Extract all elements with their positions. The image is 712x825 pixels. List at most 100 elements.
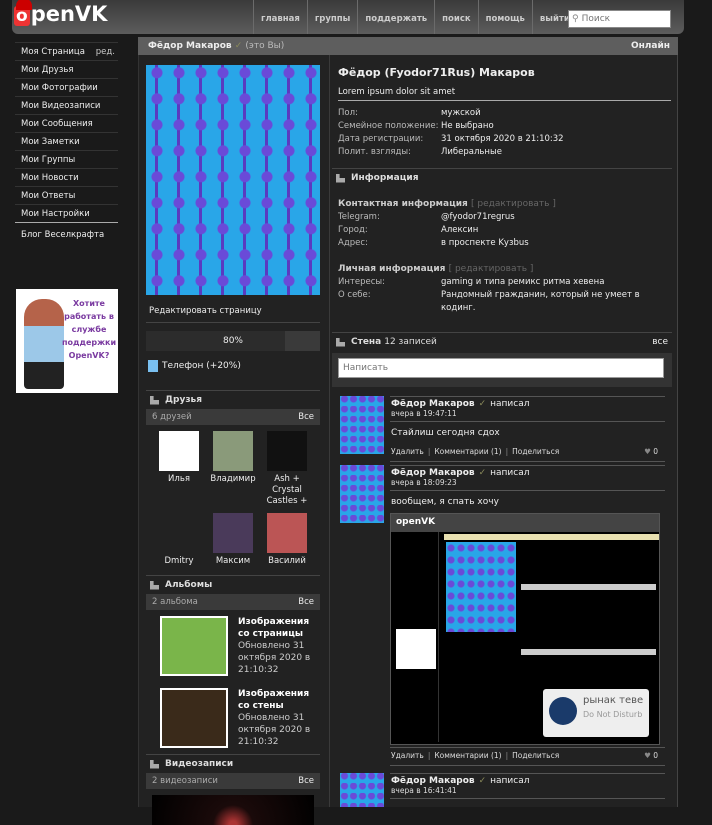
like-count: 0 (653, 751, 658, 760)
post-wrote: написал (490, 468, 530, 478)
friends-section-header[interactable]: Друзья (146, 390, 320, 409)
phone-hint[interactable]: Телефон (+20%) (146, 351, 320, 390)
post-wrote: написал (490, 776, 530, 786)
friend-item[interactable]: Dmitry (152, 513, 206, 567)
personal-title-text: Личная информация (338, 264, 446, 274)
post-screenshot-image[interactable]: openVK рынак теве Do Not Disturb (390, 513, 660, 745)
sidebar-item-groups[interactable]: Мои Группы (15, 151, 118, 169)
support-ad-banner[interactable]: Хотите работать в службе поддержки OpenV… (16, 289, 118, 393)
friends-all-link[interactable]: Все (298, 412, 314, 422)
post-time[interactable]: вчера в 19:47:11 (390, 409, 665, 422)
info-value: Алексин (441, 225, 479, 235)
basic-info: Пол: мужской Семейное положение: Не выбрано… (338, 107, 671, 159)
videos-section-header[interactable]: Видеозаписи (146, 754, 320, 773)
videos-all-link[interactable]: Все (298, 776, 314, 786)
top-nav: главная группы поддержать поиск помощь в… (253, 0, 577, 34)
edit-page-button[interactable]: Редактировать страницу (146, 300, 320, 323)
sidebar-item-settings[interactable]: Мои Настройки (15, 205, 118, 223)
section-title: Альбомы (165, 580, 213, 590)
nav-home[interactable]: главная (253, 0, 307, 34)
nav-donate[interactable]: поддержать (357, 0, 434, 34)
edit-contact-link[interactable]: [ редактировать ] (471, 199, 556, 209)
edit-link[interactable]: ред. (96, 43, 118, 60)
sidebar-item-label: Мои Фотографии (21, 83, 98, 93)
sidebar-item-notes[interactable]: Мои Заметки (15, 133, 118, 151)
friend-item[interactable]: Василий (260, 513, 314, 567)
personal-info-title: Личная информация [ редактировать ] (338, 264, 666, 274)
post-author[interactable]: Фёдор Макаров (391, 468, 475, 478)
post-author-avatar[interactable] (340, 396, 384, 454)
sidebar-item-label: Мои Новости (21, 173, 79, 183)
video-thumbnail[interactable] (152, 795, 314, 825)
friend-item[interactable]: Владимир (206, 431, 260, 507)
friend-avatar (267, 513, 307, 553)
sidebar-item-messages[interactable]: Мои Сообщения (15, 115, 118, 133)
post-time[interactable]: вчера в 18:09:23 (390, 478, 665, 491)
friend-item[interactable]: Ash + Crystal Castles + (260, 431, 314, 507)
share-link[interactable]: Поделиться (512, 751, 559, 760)
post-author[interactable]: Фёдор Макаров (391, 399, 475, 409)
like-count: 0 (653, 447, 658, 456)
info-row: Дата регистрации: 31 октября 2020 в 21:10… (338, 133, 671, 146)
info-row: Адрес: в проспекте Kузbus (338, 237, 666, 250)
friend-item[interactable]: Илья (152, 431, 206, 507)
search-box[interactable]: ⚲ (568, 10, 671, 28)
delete-link[interactable]: Удалить (391, 751, 424, 760)
nav-groups[interactable]: группы (306, 0, 358, 34)
like-button[interactable]: ♥ 0 (644, 447, 664, 456)
info-value: Не выбрано (441, 121, 494, 131)
edit-personal-link[interactable]: [ редактировать ] (449, 264, 534, 274)
albums-list: Изображения со страницы Обновлено 31 октя… (146, 610, 320, 754)
arrow-icon (336, 337, 345, 347)
post-author[interactable]: Фёдор Макаров (391, 776, 475, 786)
sidebar-item-answers[interactable]: Мои Ответы (15, 187, 118, 205)
friend-name: Василий (268, 556, 306, 566)
verified-check-icon: ✓ (478, 776, 487, 786)
wall-post-input[interactable] (338, 358, 664, 378)
info-section-header[interactable]: Информация (332, 168, 672, 187)
sidebar-item-news[interactable]: Мои Новости (15, 169, 118, 187)
album-date: Обновлено 31 октября 2020 в 21:10:32 (238, 713, 311, 747)
album-title: Изображения со страницы (238, 617, 310, 639)
section-title: Друзья (165, 395, 203, 405)
comments-link[interactable]: Комментарии (1) (434, 751, 501, 760)
friends-subbar: 6 друзей Все (146, 409, 320, 425)
comments-link[interactable]: Комментарии (1) (434, 447, 501, 456)
albums-all-link[interactable]: Все (298, 597, 314, 607)
section-title: Видеозаписи (165, 759, 234, 769)
like-button[interactable]: ♥ 0 (644, 751, 664, 760)
sidebar-item-label: Моя Страница (21, 47, 85, 57)
anime-girl-image (24, 299, 64, 389)
post-text: Стайлиш сегодня сдох (391, 428, 500, 438)
card-subtitle: Do Not Disturb (583, 710, 643, 719)
post-author-avatar[interactable] (340, 773, 384, 807)
post-time[interactable]: вчера в 16:41:41 (390, 786, 665, 799)
share-link[interactable]: Поделиться (512, 447, 559, 456)
sidebar: Моя Страница ред. Мои Друзья Мои Фотограф… (15, 42, 118, 244)
search-input[interactable] (581, 14, 666, 24)
nav-help[interactable]: помощь (477, 0, 532, 34)
profile-avatar[interactable] (146, 65, 320, 295)
search-icon: ⚲ (572, 14, 579, 24)
sidebar-item-my-page[interactable]: Моя Страница ред. (15, 43, 118, 61)
albums-section-header[interactable]: Альбомы (146, 575, 320, 594)
sidebar-item-label: Блог Веселкрафта (21, 230, 105, 240)
column-divider (329, 55, 330, 807)
sidebar-item-label: Мои Друзья (21, 65, 74, 75)
album-item[interactable]: Изображения со страницы Обновлено 31 октя… (146, 610, 320, 682)
info-key: Полит. взгляды: (338, 147, 411, 157)
sidebar-item-friends[interactable]: Мои Друзья (15, 61, 118, 79)
friend-item[interactable]: Максим (206, 513, 260, 567)
album-item[interactable]: Изображения со стены Обновлено 31 октября… (146, 682, 320, 754)
info-value: 31 октября 2020 в 21:10:32 (441, 134, 564, 144)
post-author-avatar[interactable] (340, 465, 384, 523)
personal-info: Интересы: gaming и типа ремикс ритма хеве… (338, 276, 666, 315)
wall-section-header[interactable]: Стена 12 записей все (332, 332, 672, 351)
openvk-logo[interactable]: openVK (14, 0, 107, 26)
delete-link[interactable]: Удалить (391, 447, 424, 456)
sidebar-item-videos[interactable]: Мои Видеозаписи (15, 97, 118, 115)
nav-search[interactable]: поиск (434, 0, 477, 34)
sidebar-item-photos[interactable]: Мои Фотографии (15, 79, 118, 97)
wall-all-link[interactable]: все (652, 337, 668, 347)
sidebar-item-blog[interactable]: Блог Веселкрафта (15, 226, 118, 244)
